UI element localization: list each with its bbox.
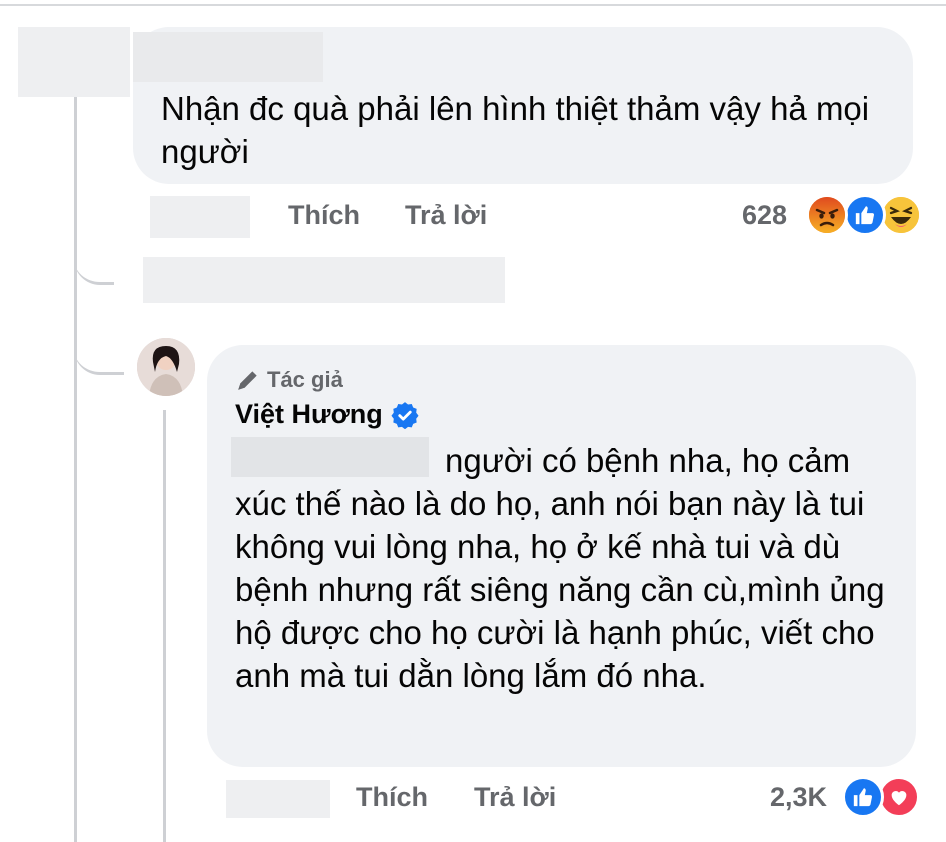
haha-icon: [880, 194, 922, 236]
reaction-count[interactable]: 628: [742, 200, 787, 231]
reply-timestamp-blurred: [226, 780, 330, 818]
timestamp-blurred: [150, 196, 250, 238]
commenter-name-blurred: [133, 32, 323, 82]
reply-like-button[interactable]: Thích: [356, 782, 428, 813]
love-icon: [878, 776, 920, 818]
reply-bubble: Tác giả Việt Hương người có bệnh nha, họ…: [207, 345, 916, 767]
thread-connector-2: [74, 330, 124, 375]
like-icon: [844, 194, 886, 236]
thread-connector-1: [74, 240, 114, 285]
hidden-reply-blurred: [143, 257, 505, 303]
avatar-blurred: [18, 27, 130, 97]
reply-text: người có bệnh nha, họ cảm xúc thế nào là…: [235, 442, 885, 694]
author-tag: Tác giả: [235, 367, 343, 393]
thread-line-main: [74, 97, 77, 842]
top-divider: [0, 4, 946, 6]
author-name-row: Việt Hương: [235, 399, 419, 430]
reply-reaction-count[interactable]: 2,3K: [770, 782, 827, 813]
reply-reply-button[interactable]: Trả lời: [474, 782, 556, 813]
avatar[interactable]: [137, 338, 195, 396]
comment-text: Nhận đc quà phải lên hình thiệt thảm vậy…: [161, 90, 870, 170]
pen-icon: [238, 371, 257, 390]
angry-icon: [806, 194, 848, 236]
thread-line-reply: [163, 410, 166, 842]
verified-icon: [391, 401, 419, 429]
author-tag-label: Tác giả: [267, 367, 343, 392]
author-name[interactable]: Việt Hương: [235, 399, 383, 430]
like-button[interactable]: Thích: [288, 200, 360, 231]
reply-button[interactable]: Trả lời: [405, 200, 487, 231]
like-icon: [842, 776, 884, 818]
comment-bubble: Nhận đc quà phải lên hình thiệt thảm vậy…: [133, 27, 913, 184]
